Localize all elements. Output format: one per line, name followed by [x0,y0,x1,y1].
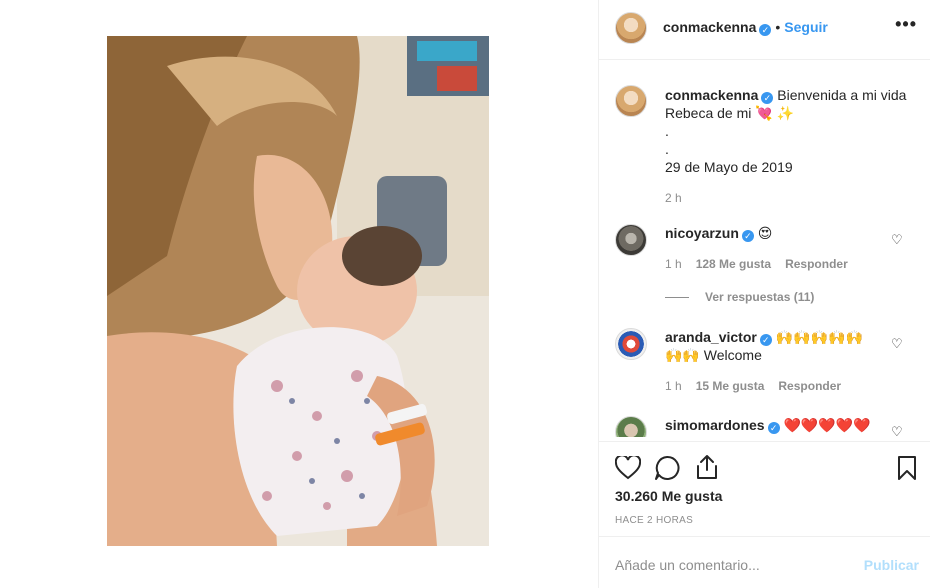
follow-button[interactable]: Seguir [784,19,828,35]
caption-avatar[interactable] [615,85,647,117]
publish-button[interactable]: Publicar [864,557,919,573]
caption-line1: Bienvenida a mi vida [777,87,907,103]
photo-illustration [107,36,489,546]
caption-dot1: . [665,123,669,139]
likes-count[interactable]: 30.260 Me gusta [615,488,722,504]
post-timestamp[interactable]: HACE 2 HORAS [615,515,693,526]
raising-hands-emoji: 🙌🙌🙌🙌🙌 [775,329,863,345]
caption-time[interactable]: 2 h [665,191,682,205]
comment-meta: 1 h 15 Me gusta Responder [665,379,841,393]
caption-line2: Rebeca de mi [665,105,752,121]
comment-time[interactable]: 1 h [665,379,682,393]
comment-text-welcome: Welcome [703,347,762,363]
comment-avatar[interactable] [615,224,647,256]
red-heart-emoji: ❤️❤️❤️❤️❤️ [783,417,871,433]
comments-list[interactable]: conmackenna ✓ Bienvenida a mi vida Rebeca… [599,61,930,437]
comment-like-heart-icon[interactable]: ♡ [891,424,903,437]
heart-eyes-emoji: 😍 [757,225,773,241]
caption-text: conmackenna ✓ Bienvenida a mi vida Rebeca… [665,86,915,176]
author-username[interactable]: conmackenna [663,19,756,35]
replies-divider [665,297,689,299]
reply-button[interactable]: Responder [778,379,841,393]
post-photo[interactable] [107,36,489,546]
verified-badge-icon: ✓ [759,334,772,346]
verified-badge-icon: ✓ [759,24,772,36]
comment-like-heart-icon[interactable]: ♡ [891,336,903,352]
comment-username[interactable]: aranda_victor [665,329,757,345]
comment-username[interactable]: simomardones [665,417,765,433]
caption-date: 29 de Mayo de 2019 [665,159,793,175]
share-icon[interactable] [695,454,719,483]
more-options-icon[interactable]: ••• [895,14,917,35]
raising-hands-emoji: 🙌🙌 [665,347,700,363]
comment-text: nicoyarzun ✓ 😍 [665,224,895,242]
comment-likes[interactable]: 15 Me gusta [696,379,765,393]
sparkles-emoji: ✨ [776,105,795,121]
comment-input[interactable]: Añade un comentario... [615,557,760,573]
post-panel: conmackenna ✓ • Seguir ••• conmackenna ✓ Bie… [598,0,930,588]
post-actions: 30.260 Me gusta HACE 2 HORAS [599,441,930,541]
header-separator: • [775,19,781,35]
caption-dot2: . [665,141,669,157]
author-avatar[interactable] [615,12,647,44]
comment-like-heart-icon[interactable]: ♡ [891,232,903,248]
caption-username[interactable]: conmackenna [665,87,758,103]
comment-text: aranda_victor ✓ 🙌🙌🙌🙌🙌 🙌🙌 Welcome [665,328,885,364]
comment-bubble-icon[interactable] [654,455,680,484]
save-bookmark-icon[interactable] [897,455,917,484]
comment-avatar[interactable] [615,328,647,360]
heart-arrow-emoji: 💘 [755,105,773,121]
view-replies-label: Ver respuestas (11) [705,290,815,304]
comment-avatar[interactable] [615,416,647,437]
comment-time[interactable]: 1 h [665,257,682,271]
post-header: conmackenna ✓ • Seguir ••• [599,0,930,60]
comment-meta: 1 h 128 Me gusta Responder [665,257,848,271]
comment-likes[interactable]: 128 Me gusta [696,257,771,271]
verified-badge-icon: ✓ [741,230,754,242]
comment-text: simomardones ✓ ❤️❤️❤️❤️❤️ [665,416,895,434]
verified-badge-icon: ✓ [767,422,780,434]
like-heart-icon[interactable] [614,454,642,483]
reply-button[interactable]: Responder [785,257,848,271]
media-area [0,0,598,588]
verified-badge-icon: ✓ [761,92,774,104]
add-comment-bar: Añade un comentario... Publicar [599,536,930,588]
view-replies-button[interactable]: Ver respuestas (11) [665,290,814,304]
comment-username[interactable]: nicoyarzun [665,225,739,241]
